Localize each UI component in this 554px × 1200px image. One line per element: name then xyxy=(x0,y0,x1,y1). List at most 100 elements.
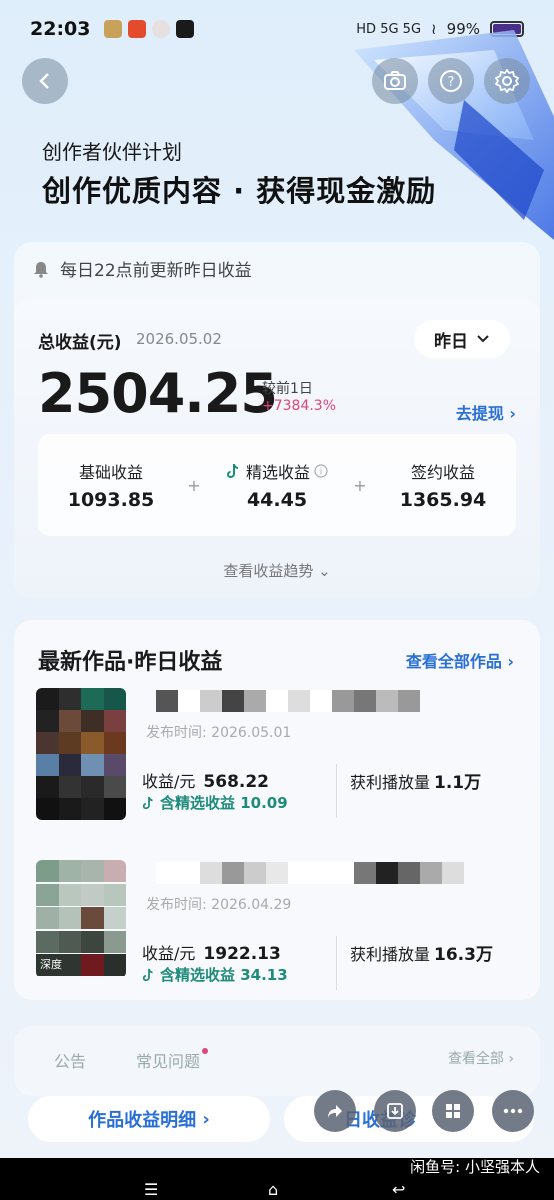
withdraw-link[interactable]: 去提现 › xyxy=(456,400,516,424)
work-revenue-label: 收益/元 xyxy=(142,944,196,963)
hero-title: 创作优质内容 · 获得现金激励 xyxy=(42,174,437,208)
compare-label: 较前1日 xyxy=(262,381,313,397)
basic-earnings-value: 1093.85 xyxy=(67,489,155,511)
basic-earnings: 基础收益 1093.85 xyxy=(38,459,184,511)
work-selected-revenue: 含精选收益 34.13 xyxy=(142,964,288,985)
status-time: 22:03 xyxy=(30,18,91,40)
settings-button[interactable] xyxy=(484,58,530,104)
divider xyxy=(336,936,337,990)
earnings-date: 2026.05.02 xyxy=(136,330,222,348)
tab-faq-label: 常见问题 xyxy=(136,1052,201,1071)
menu-icon[interactable]: ☰ xyxy=(144,1180,158,1199)
tiktok-app-icon xyxy=(176,20,195,38)
work-plays-value: 1.1万 xyxy=(434,773,482,793)
chevron-down-icon xyxy=(477,335,489,343)
camera-icon xyxy=(384,71,406,90)
back-nav-icon[interactable]: ↩ xyxy=(392,1180,405,1199)
work-item[interactable]: 深度 发布时间: 2026.04.29 收益/元 1922.13 含精选收益 34… xyxy=(36,860,522,992)
selected-earnings[interactable]: 精选收益 i 44.45 xyxy=(204,459,350,511)
download-button[interactable] xyxy=(374,1090,416,1132)
work-title-mosaic xyxy=(156,690,420,712)
info-icon[interactable]: i xyxy=(314,464,328,478)
earnings-card: 每日22点前更新昨日收益 总收益(元) 2026.05.02 昨日 2504.2… xyxy=(14,242,540,598)
notice-text: 每日22点前更新昨日收益 xyxy=(60,261,252,281)
view-all-link[interactable]: 查看全部 › xyxy=(448,1048,514,1068)
selected-earnings-label: 精选收益 xyxy=(245,463,310,482)
work-selected-revenue-text: 含精选收益 10.09 xyxy=(160,794,288,812)
more-icon xyxy=(503,1108,523,1114)
work-plays-label: 获利播放量 xyxy=(350,773,431,792)
unread-dot xyxy=(202,1048,209,1054)
period-dropdown[interactable]: 昨日 xyxy=(414,320,510,358)
status-app-icons xyxy=(104,20,195,38)
basic-earnings-label: 基础收益 xyxy=(78,463,143,482)
tiktok-icon xyxy=(226,463,239,479)
location-app-icon xyxy=(152,20,171,38)
work-plays-label: 获利播放量 xyxy=(350,945,431,964)
chevron-right-icon: › xyxy=(202,1108,210,1130)
grid-icon xyxy=(446,1104,460,1118)
plus-icon: + xyxy=(353,475,367,495)
more-button[interactable] xyxy=(492,1090,534,1132)
work-earnings-detail-button[interactable]: 作品收益明细 › xyxy=(28,1096,270,1142)
compare-value: +7384.3% xyxy=(262,398,337,414)
tab-faq[interactable]: 常见问题 xyxy=(136,1048,209,1072)
chevron-down-icon: ⌄ xyxy=(318,562,331,580)
selected-earnings-label-row: 精选收益 i xyxy=(204,459,350,483)
latest-works-title: 最新作品·昨日收益 xyxy=(38,650,223,675)
chevron-right-icon: › xyxy=(507,652,514,671)
work-item[interactable]: 发布时间: 2026.05.01 收益/元 568.22 含精选收益 10.09 … xyxy=(36,688,522,820)
download-icon xyxy=(387,1103,403,1119)
tiktok-icon xyxy=(142,796,153,809)
shop-app-icon xyxy=(128,20,147,38)
camera-button[interactable] xyxy=(372,58,418,104)
hero-decoration xyxy=(354,30,554,240)
view-trend-link[interactable]: 查看收益趋势 ⌄ xyxy=(14,560,540,581)
grid-button[interactable] xyxy=(432,1090,474,1132)
latest-works-card: 最新作品·昨日收益 查看全部作品 › 发布时间: 2026.05.01 收益/元… xyxy=(14,620,540,1000)
tiktok-icon xyxy=(142,968,153,981)
bell-icon xyxy=(34,261,48,278)
chevron-right-icon: › xyxy=(509,404,516,423)
work-plays-value: 16.3万 xyxy=(434,945,493,965)
selected-earnings-value: 44.45 xyxy=(246,489,308,511)
divider xyxy=(336,764,337,818)
view-all-label: 查看全部 xyxy=(447,1051,504,1067)
tab-notice[interactable]: 公告 xyxy=(54,1048,86,1072)
help-button[interactable]: ? xyxy=(428,58,474,104)
total-earnings-amount: 2504.25 xyxy=(38,362,278,425)
work-thumbnail xyxy=(36,688,126,820)
total-earnings-label: 总收益(元) xyxy=(38,333,122,353)
view-all-works-label: 查看全部作品 xyxy=(405,652,502,671)
gear-icon xyxy=(495,69,519,93)
work-selected-revenue: 含精选收益 10.09 xyxy=(142,792,288,813)
work-publish-date: 发布时间: 2026.04.29 xyxy=(146,897,292,913)
work-publish-date: 发布时间: 2026.05.01 xyxy=(146,725,292,741)
news-app-icon xyxy=(104,20,123,38)
contract-earnings-label: 签约收益 xyxy=(410,463,475,482)
earnings-summary: 总收益(元) 2026.05.02 昨日 2504.25 较前1日 +7384.… xyxy=(14,298,540,598)
notice-faq-card: 公告 常见问题 查看全部 › xyxy=(14,1026,540,1096)
question-icon: ? xyxy=(440,70,462,92)
home-icon[interactable]: ⌂ xyxy=(268,1180,278,1199)
work-selected-revenue-text: 含精选收益 34.13 xyxy=(160,966,288,984)
hero-subtitle: 创作者伙伴计划 xyxy=(42,140,182,164)
work-earnings-detail-label: 作品收益明细 xyxy=(88,1110,197,1131)
work-revenue: 收益/元 568.22 xyxy=(142,768,269,792)
work-plays: 获利播放量 16.3万 xyxy=(350,940,493,965)
share-button[interactable] xyxy=(314,1090,356,1132)
contract-earnings: 签约收益 1365.94 xyxy=(370,459,516,511)
back-button[interactable] xyxy=(22,58,68,104)
update-notice: 每日22点前更新昨日收益 xyxy=(32,256,252,281)
contract-earnings-value: 1365.94 xyxy=(399,489,487,511)
work-revenue-value: 568.22 xyxy=(203,772,270,792)
withdraw-label: 去提现 xyxy=(455,404,504,423)
earnings-breakdown: 基础收益 1093.85 + 精选收益 i 44.45 + 签约收益 1365.… xyxy=(38,434,516,536)
share-icon xyxy=(328,1105,342,1118)
work-revenue-value: 1922.13 xyxy=(203,944,281,964)
work-thumbnail-caption: 深度 xyxy=(40,958,62,971)
svg-text:?: ? xyxy=(448,75,455,90)
view-all-works-link[interactable]: 查看全部作品 › xyxy=(406,648,514,672)
chevron-left-icon xyxy=(39,73,49,89)
work-plays: 获利播放量 1.1万 xyxy=(350,768,481,793)
